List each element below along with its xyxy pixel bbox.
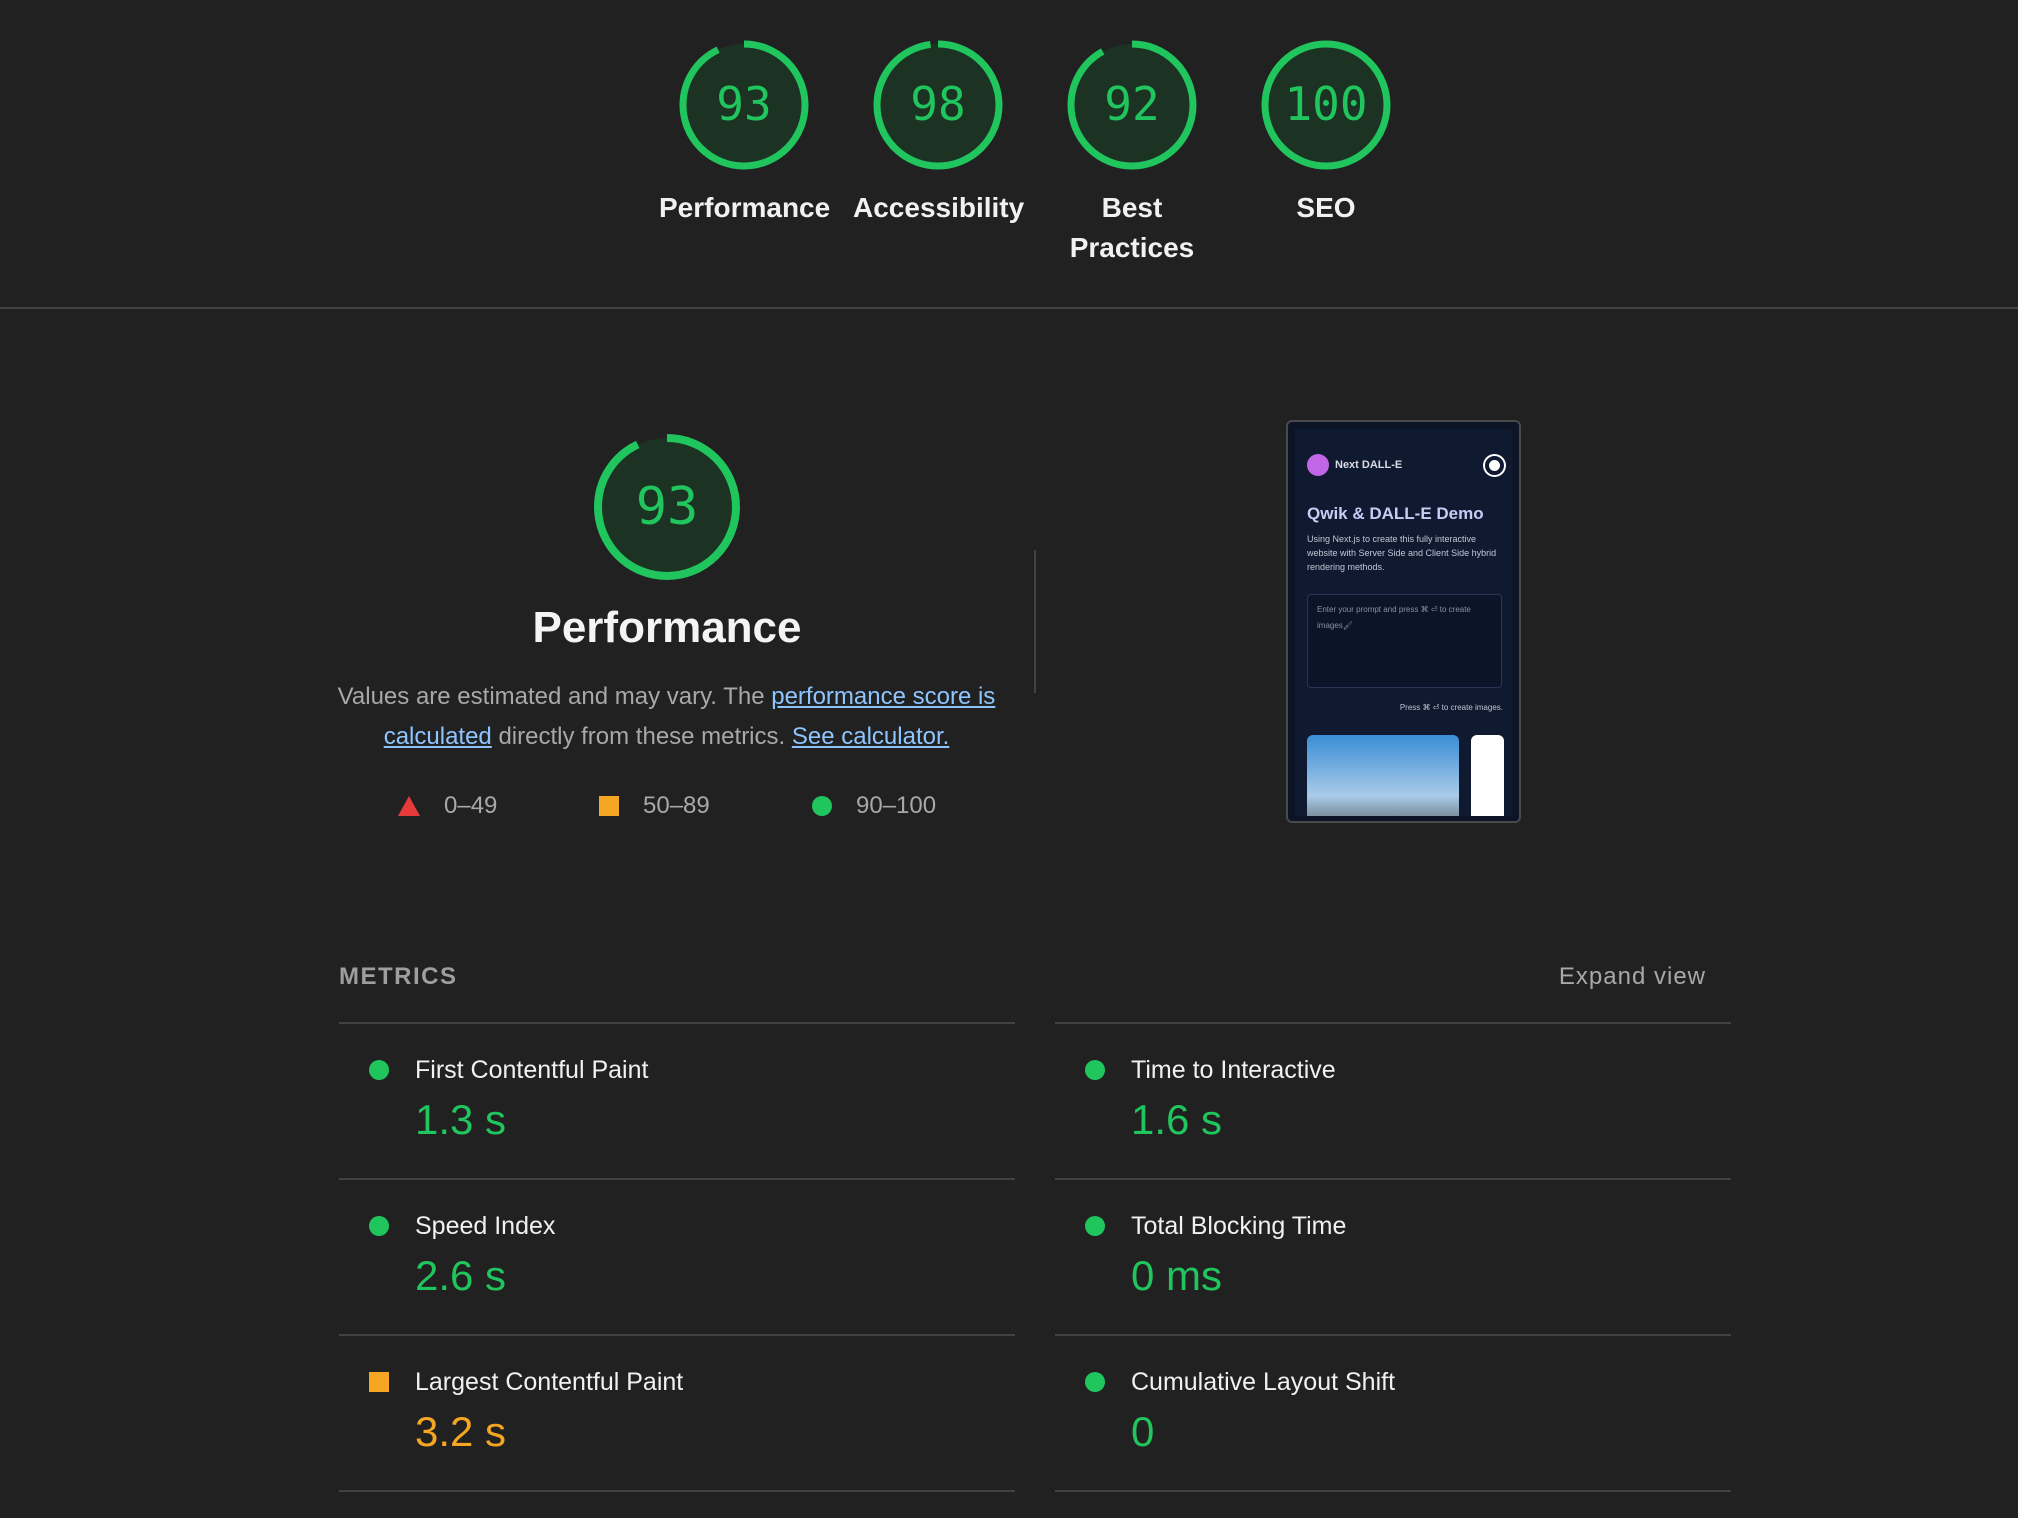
- metric-name: Speed Index: [415, 1212, 556, 1240]
- screenshot-prompt-box: Enter your prompt and press ⌘ ⏎ to creat…: [1307, 594, 1502, 688]
- gauge-ring: 100: [1261, 40, 1391, 170]
- metric-value: 0: [1131, 1408, 1155, 1455]
- circle-icon: [1085, 1216, 1105, 1236]
- metric-value: 2.6 s: [415, 1252, 507, 1299]
- gauge-ring: 93: [594, 434, 740, 580]
- gauge-label: SEO: [1296, 192, 1356, 223]
- legend-range: 50–89: [643, 792, 710, 819]
- metric-value: 1.3 s: [415, 1096, 507, 1143]
- gauge-score: 93: [716, 77, 771, 131]
- screenshot-title: Qwik & DALL-E Demo: [1307, 504, 1484, 523]
- square-icon: [599, 796, 619, 816]
- screenshot-image: [1471, 735, 1504, 816]
- score-summary: 93 Performance 98 Accessibility 92 Best …: [0, 0, 2018, 309]
- circle-icon: [812, 796, 832, 816]
- legend-poor: 0–49: [398, 789, 497, 823]
- screenshot-hint: Press ⌘ ⏎ to create images.: [1399, 703, 1503, 712]
- circle-icon: [369, 1060, 389, 1080]
- screenshot-text: Using Next.js to create this fully inter…: [1307, 534, 1497, 572]
- expand-view-button[interactable]: Expand view: [1559, 963, 1706, 991]
- metric-card: Total Blocking Time 0 ms: [1055, 1178, 1731, 1334]
- gauge-label: Best Practices: [1069, 192, 1195, 263]
- metric-value: 0 ms: [1131, 1252, 1223, 1299]
- gauge-performance[interactable]: 93 Performance: [659, 38, 831, 228]
- screenshot-brand: Next DALL-E: [1335, 459, 1403, 471]
- gauge-best-practices[interactable]: 92 Best Practices: [1047, 38, 1217, 268]
- metric-card: Cumulative Layout Shift 0: [1055, 1334, 1731, 1492]
- vertical-divider: [1034, 550, 1036, 693]
- screenshot-page: Next DALL-E Qwik & DALL-E Demo Using Nex…: [1295, 429, 1512, 816]
- metric-value: 1.6 s: [1131, 1096, 1223, 1143]
- gauge-score: 98: [910, 77, 965, 131]
- metric-name: Largest Contentful Paint: [415, 1368, 684, 1396]
- screenshot-placeholder: Enter your prompt and press ⌘ ⏎ to creat…: [1317, 605, 1471, 630]
- metrics-heading: METRICS: [339, 963, 458, 990]
- description-text: Values are estimated and may vary. The: [337, 683, 772, 710]
- metric-name: Time to Interactive: [1131, 1056, 1336, 1084]
- performance-score: 93: [636, 477, 699, 537]
- circle-icon: [1085, 1372, 1105, 1392]
- github-icon: [1485, 456, 1504, 475]
- gauge-score: 92: [1104, 77, 1159, 131]
- square-icon: [369, 1372, 389, 1392]
- metric-name: Cumulative Layout Shift: [1131, 1368, 1396, 1396]
- metric-value: 3.2 s: [415, 1408, 507, 1455]
- gauge-seo[interactable]: 100 SEO: [1241, 38, 1411, 228]
- metric-name: Total Blocking Time: [1131, 1212, 1347, 1240]
- legend-good: 90–100: [812, 789, 936, 823]
- performance-title: Performance: [532, 603, 802, 652]
- see-calculator-link[interactable]: See calculator.: [792, 723, 949, 750]
- screenshot-image: [1307, 735, 1459, 816]
- performance-gauge-large: 93: [592, 432, 742, 587]
- metric-card: Speed Index 2.6 s: [339, 1178, 1015, 1334]
- metric-name: First Contentful Paint: [415, 1056, 649, 1084]
- metric-card: First Contentful Paint 1.3 s: [339, 1022, 1015, 1178]
- triangle-icon: [398, 796, 420, 816]
- gauge-ring: 92: [1067, 40, 1197, 170]
- final-screenshot[interactable]: Next DALL-E Qwik & DALL-E Demo Using Nex…: [1286, 420, 1521, 823]
- circle-icon: [369, 1216, 389, 1236]
- metric-card: Time to Interactive 1.6 s: [1055, 1022, 1731, 1178]
- gauge-ring: 93: [679, 40, 809, 170]
- description-text: directly from these metrics.: [491, 723, 792, 750]
- performance-description: Values are estimated and may vary. The p…: [335, 677, 998, 757]
- gauge-accessibility[interactable]: 98 Accessibility: [853, 38, 1025, 228]
- gauge-score: 100: [1284, 77, 1367, 131]
- legend-range: 0–49: [444, 792, 498, 819]
- legend-range: 90–100: [856, 792, 937, 819]
- metric-card: Largest Contentful Paint 3.2 s: [339, 1334, 1015, 1492]
- legend-average: 50–89: [599, 789, 710, 823]
- logo-icon: [1307, 454, 1329, 476]
- gauge-ring: 98: [873, 40, 1003, 170]
- gauge-label: Performance: [659, 192, 831, 223]
- circle-icon: [1085, 1060, 1105, 1080]
- gauge-label: Accessibility: [853, 192, 1025, 223]
